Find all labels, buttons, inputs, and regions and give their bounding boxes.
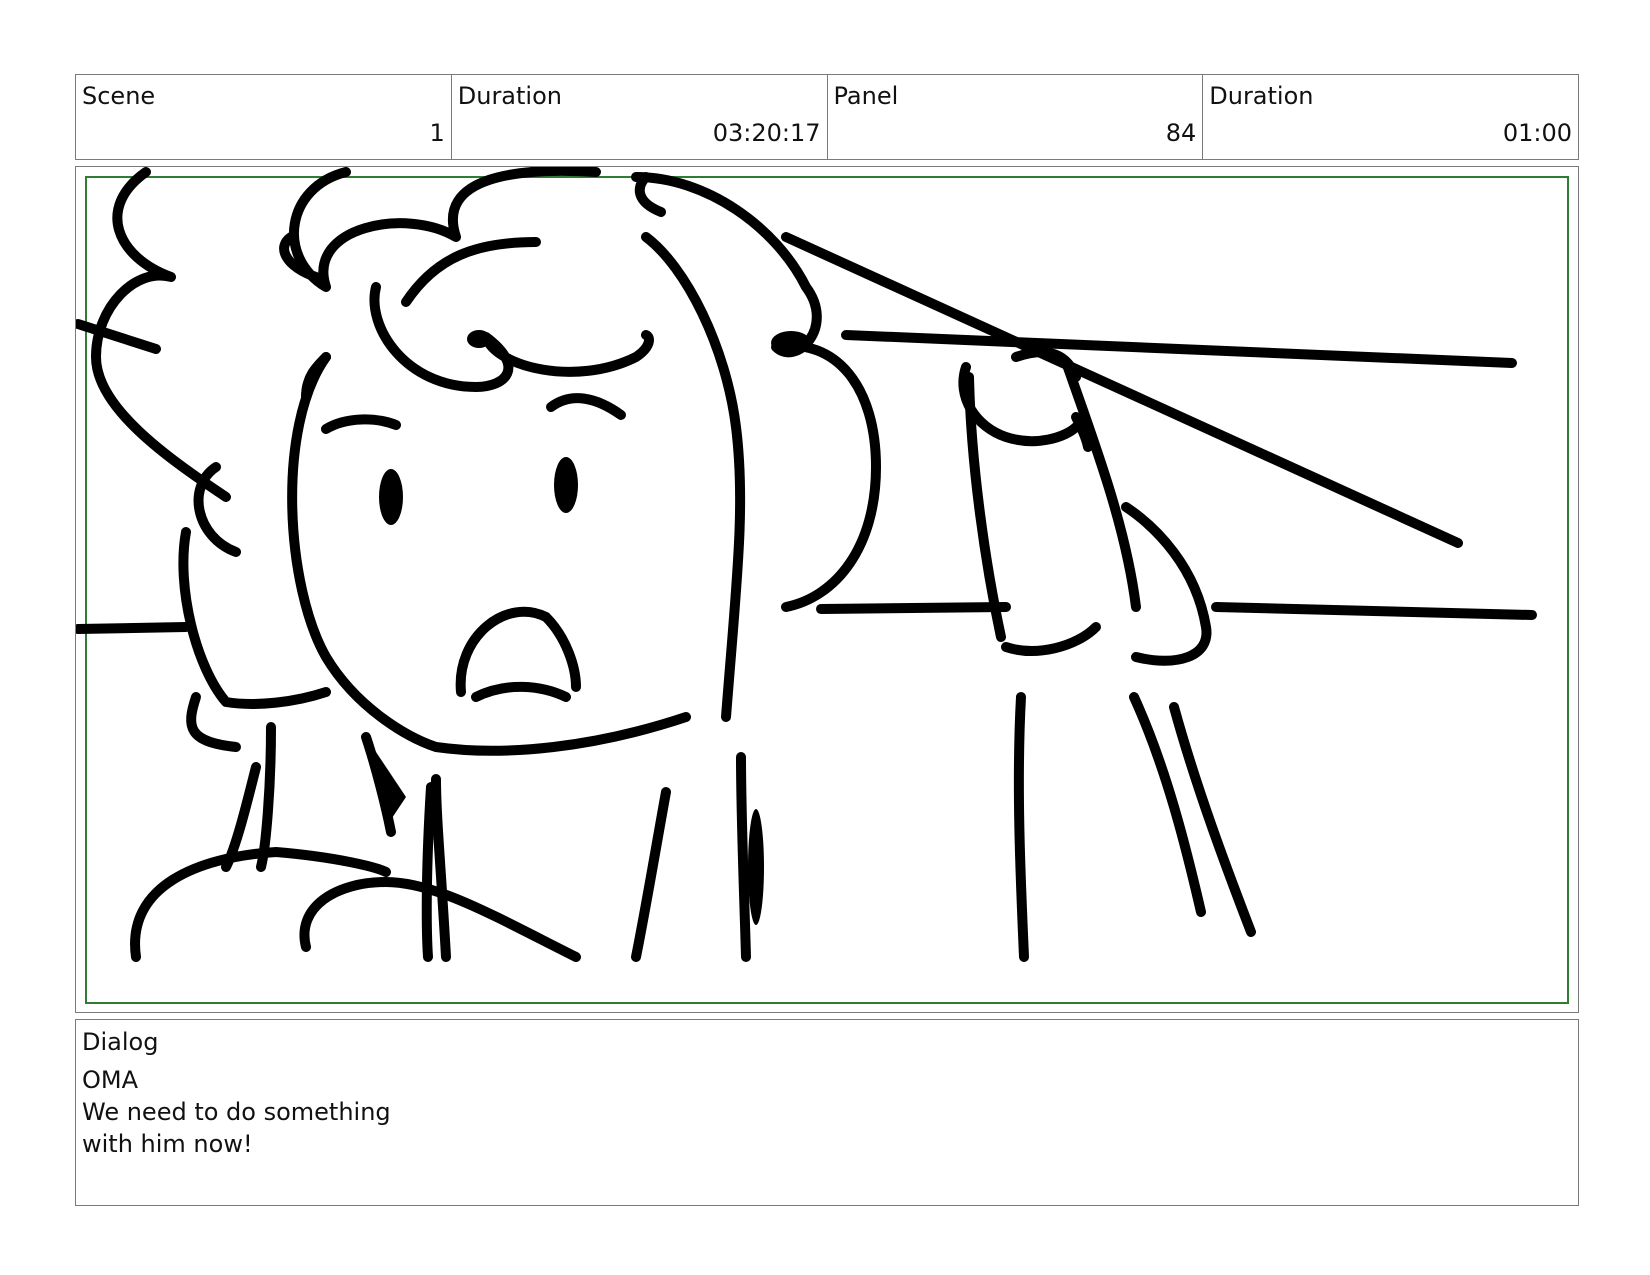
panel-duration-cell: Duration 01:00	[1203, 75, 1578, 159]
panel-duration-value: 01:00	[1502, 119, 1572, 147]
main-eye-right	[554, 457, 578, 513]
main-body-fold	[736, 752, 751, 962]
main-hair-end	[771, 331, 811, 355]
main-mouth	[455, 606, 581, 697]
bg-line-horizontal-top	[841, 330, 1517, 368]
right-figure-hand-bottom	[1001, 622, 1101, 656]
panel-duration-label: Duration	[1209, 82, 1314, 110]
panel-cell: Panel 84	[828, 75, 1204, 159]
storyboard-panel	[75, 166, 1579, 1013]
main-mouth-lip	[471, 681, 571, 702]
bg-line-horizontal-mid	[816, 602, 1011, 614]
bg-line-top-left	[76, 319, 161, 354]
main-hair-right	[631, 172, 881, 612]
bg-line-left	[76, 622, 191, 634]
scene-cell: Scene 1	[76, 75, 452, 159]
right-figure-arm-left	[964, 372, 1006, 642]
main-collar-shadow	[366, 737, 406, 827]
panel-sketch	[76, 167, 1569, 1004]
main-hair-strand	[641, 232, 746, 722]
main-hair-bangs	[369, 282, 654, 392]
right-figure-arm-right	[1061, 357, 1141, 612]
main-body-shadow	[748, 809, 764, 925]
bg-line-diagonal	[781, 232, 1463, 548]
panel-label: Panel	[833, 82, 899, 110]
main-eye-left	[379, 469, 403, 525]
sketch-lines	[76, 167, 1537, 962]
main-eyebrow-right	[546, 393, 626, 420]
scene-duration-value: 03:20:17	[712, 119, 821, 147]
main-body-right	[631, 787, 671, 962]
left-figure-leg-b	[256, 722, 276, 872]
bg-line-horizontal-right	[1211, 602, 1537, 620]
dialog-speaker: OMA	[82, 1066, 139, 1094]
scene-duration-label: Duration	[457, 82, 562, 110]
dialog-box: Dialog OMA We need to do something with …	[75, 1019, 1579, 1206]
main-eyebrow-left	[321, 414, 401, 434]
right-figure-leg-a	[1013, 692, 1029, 962]
header-row: Scene 1 Duration 03:20:17 Panel 84 Durat…	[75, 74, 1579, 160]
main-hair-outline	[289, 167, 601, 292]
dialog-line: We need to do something	[82, 1098, 391, 1126]
dialog-line: with him now!	[82, 1130, 253, 1158]
main-hair-knot	[467, 330, 491, 348]
scene-duration-cell: Duration 03:20:17	[452, 75, 828, 159]
left-figure-ear	[193, 462, 241, 557]
scene-label: Scene	[82, 82, 156, 110]
scene-value: 1	[429, 119, 445, 147]
dialog-text: OMA We need to do something with him now…	[82, 1064, 391, 1160]
main-hair-top	[401, 237, 541, 307]
right-figure-head	[958, 362, 1081, 447]
dialog-label: Dialog	[82, 1028, 159, 1056]
right-figure-leg-b	[1129, 692, 1206, 917]
main-body-left	[431, 774, 451, 962]
main-body-left-2	[421, 782, 436, 962]
panel-value: 84	[1165, 119, 1197, 147]
right-figure-leg-c	[1169, 702, 1256, 937]
right-figure-sleeve	[1121, 502, 1212, 666]
